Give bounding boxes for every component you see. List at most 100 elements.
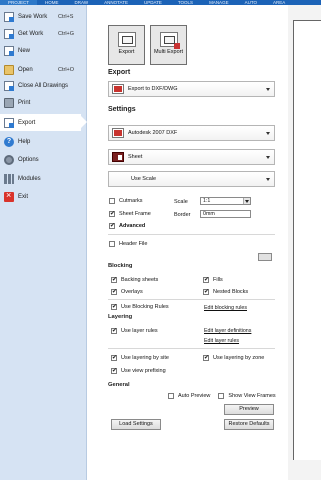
use-layer-rules-box	[111, 327, 117, 334]
chevron-down-icon	[243, 198, 250, 204]
sidebar-item-help[interactable]: ? Help	[0, 133, 86, 150]
advanced-checkbox[interactable]: Advanced	[109, 222, 146, 229]
general-heading: General	[108, 382, 130, 388]
export-target-dropdown[interactable]: Export to DXF/DWG	[108, 81, 275, 97]
use-layering-by-zone-label: Use layering by zone	[213, 355, 265, 361]
show-view-frames-label: Show View Frames	[228, 393, 276, 399]
sidebar-item-new[interactable]: New	[0, 42, 86, 59]
sidebar-item-label: Help	[18, 138, 31, 145]
show-view-frames-box[interactable]	[218, 393, 225, 399]
chevron-down-icon	[266, 178, 270, 181]
multi-export-button-label: Multi Export	[153, 49, 184, 55]
new-document-icon	[4, 45, 14, 56]
auto-preview-box	[168, 393, 174, 399]
sidebar-item-shortcut: Ctrl+O	[58, 66, 75, 73]
gear-icon	[4, 154, 14, 165]
header-file-browse-button[interactable]	[258, 253, 272, 261]
nested-blocks-checkbox[interactable]: Nested Blocks	[203, 288, 249, 295]
advanced-box	[109, 222, 115, 229]
backing-sheets-checkbox[interactable]: Backing sheets	[111, 276, 158, 283]
multi-export-button[interactable]: Multi Export	[150, 25, 187, 65]
dxf-export-icon	[112, 84, 124, 94]
overlays-label: Overlays	[121, 289, 143, 295]
overlays-checkbox[interactable]: Overlays	[111, 288, 143, 295]
sidebar-item-shortcut: Ctrl+G	[58, 30, 75, 37]
scale-combo[interactable]: 1:1	[200, 197, 251, 205]
printer-icon	[4, 97, 14, 108]
nested-blocks-label: Nested Blocks	[213, 289, 249, 295]
sidebar-item-label: New	[18, 47, 31, 54]
overlays-box	[111, 288, 117, 295]
use-blocking-rules-checkbox[interactable]: Use Blocking Rules	[111, 303, 169, 310]
fills-box	[203, 276, 209, 283]
use-layer-rules-checkbox[interactable]: Use layer rules	[111, 327, 158, 334]
use-layering-by-zone-checkbox[interactable]: Use layering by zone	[203, 354, 265, 361]
sidebar-item-print[interactable]: Print	[0, 94, 86, 111]
export-icon	[117, 32, 136, 47]
sidebar-item-open[interactable]: Open Ctrl+O	[0, 61, 86, 78]
sidebar-item-label: Exit	[18, 193, 29, 200]
load-settings-button[interactable]: Load Settings	[111, 419, 161, 430]
scale-mode-dropdown[interactable]: Use Scale	[108, 171, 275, 187]
format-value: Autodesk 2007 DXF	[128, 130, 178, 136]
sidebar-item-shortcut: Ctrl+S	[58, 13, 74, 20]
drawing-sheet	[293, 20, 321, 460]
format-dropdown[interactable]: Autodesk 2007 DXF	[108, 125, 275, 141]
divider	[108, 234, 275, 235]
header-file-box	[109, 241, 115, 247]
sidebar-item-label: Modules	[18, 175, 41, 182]
sidebar-item-label: Open	[18, 66, 33, 73]
settings-heading: Settings	[108, 106, 136, 113]
auto-preview-label: Auto Preview	[178, 393, 211, 399]
blocking-heading: Blocking	[108, 263, 133, 269]
sheet-frame-box	[109, 210, 115, 217]
sidebar-item-save-work[interactable]: Save Work Ctrl+S	[0, 8, 86, 25]
use-layering-by-site-checkbox[interactable]: Use layering by site	[111, 354, 169, 361]
use-blocking-rules-box	[111, 303, 117, 310]
sheet-frame-label: Sheet Frame	[119, 211, 151, 217]
export-button[interactable]: Export	[108, 25, 145, 65]
sheet-frame-checkbox[interactable]: Sheet Frame	[109, 210, 151, 217]
nested-blocks-box	[203, 288, 209, 295]
layering-heading: Layering	[108, 314, 133, 320]
restore-defaults-button[interactable]: Restore Defaults	[224, 419, 274, 430]
source-dropdown[interactable]: Sheet	[108, 149, 275, 165]
preview-button[interactable]: Preview	[224, 404, 274, 415]
sidebar-item-close-all-drawings[interactable]: Close All Drawings	[0, 77, 86, 94]
edit-blocking-rules-link[interactable]: Edit blocking rules	[204, 305, 247, 311]
export-button-label: Export	[118, 49, 135, 55]
divider	[108, 348, 275, 349]
export-target-value: Export to DXF/DWG	[128, 86, 178, 92]
auto-preview-checkbox[interactable]: Auto Preview Show View Frames	[168, 393, 276, 399]
exit-icon	[4, 190, 14, 202]
drawing-preview-area	[288, 5, 321, 480]
fills-checkbox[interactable]: Fills	[203, 276, 223, 283]
sidebar-item-label: Get Work	[18, 30, 44, 37]
use-view-prefixing-checkbox[interactable]: Use view prefixing	[111, 367, 166, 374]
fills-label: Fills	[213, 277, 223, 283]
border-input[interactable]	[200, 210, 251, 218]
edit-layer-rules-link[interactable]: Edit layer rules	[204, 338, 239, 344]
use-view-prefixing-label: Use view prefixing	[121, 368, 166, 374]
use-view-prefixing-box	[111, 367, 117, 374]
sidebar-item-modules[interactable]: Modules	[0, 170, 86, 187]
scale-mode-value: Use Scale	[131, 176, 157, 182]
edit-layer-definitions-link[interactable]: Edit layer definitions	[204, 328, 251, 334]
header-file-checkbox[interactable]: Header File	[109, 241, 147, 247]
sidebar-item-export[interactable]: Export	[0, 114, 87, 131]
sidebar-item-get-work[interactable]: Get Work Ctrl+G	[0, 25, 86, 42]
export-panel: Export Multi Export Export Export to DXF…	[87, 5, 288, 480]
cutmarks-label: Cutmarks	[119, 198, 143, 204]
sidebar-item-label: Save Work	[18, 13, 48, 20]
cutmarks-checkbox[interactable]: Cutmarks	[109, 198, 143, 204]
sidebar-item-label: Close All Drawings	[18, 82, 69, 89]
sidebar-item-exit[interactable]: Exit	[0, 188, 86, 205]
get-work-icon	[4, 28, 14, 39]
use-layer-rules-label: Use layer rules	[121, 328, 158, 334]
advanced-label: Advanced	[119, 223, 146, 229]
divider	[108, 299, 275, 300]
sidebar-item-options[interactable]: Options	[0, 151, 86, 168]
save-icon	[4, 11, 14, 22]
chevron-down-icon	[266, 156, 270, 159]
use-layering-by-zone-box	[203, 354, 209, 361]
